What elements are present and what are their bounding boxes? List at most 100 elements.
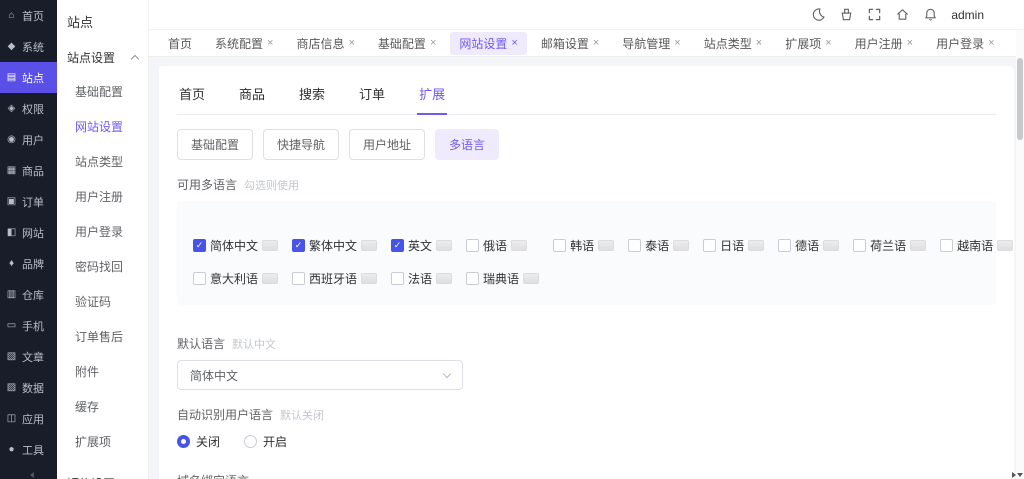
submenu-item-order-aftersale[interactable]: 订单售后 (57, 319, 148, 354)
tab-basic-config[interactable]: 基础配置 × (369, 32, 445, 55)
tab-website-settings[interactable]: 网站设置 × (450, 31, 527, 55)
radio-selected-icon[interactable] (177, 435, 190, 448)
tab-user-login[interactable]: 用户登录 × (927, 32, 1003, 55)
submenu-item-site-type[interactable]: 站点类型 (57, 144, 148, 179)
sidebar-item-app[interactable]: ◫ 应用 (0, 403, 57, 434)
chip-quick-nav[interactable]: 快捷导航 (263, 129, 340, 160)
tab-close-icon[interactable]: × (907, 37, 913, 49)
sidebar-item-article[interactable]: ▧ 文章 (0, 341, 57, 372)
fullscreen-icon[interactable] (867, 7, 882, 22)
scroll-right-arrow-icon[interactable] (1012, 472, 1016, 478)
ctab-order[interactable]: 订单 (357, 72, 387, 114)
sidebar-item-warehouse[interactable]: ▥ 仓库 (0, 279, 57, 310)
notification-icon[interactable] (923, 7, 938, 22)
submenu-group-site-settings[interactable]: 站点设置 (57, 41, 148, 74)
sidebar-item-website[interactable]: ◧ 网站 (0, 217, 57, 248)
clean-icon[interactable] (839, 7, 854, 22)
language-option[interactable]: ✓ 简体中文 (193, 237, 279, 254)
default-language-select[interactable]: 简体中文 (177, 360, 463, 390)
tab-home[interactable]: 首页 (159, 32, 201, 55)
tab-close-icon[interactable]: × (825, 37, 831, 49)
radio-unselected-icon[interactable] (244, 435, 258, 448)
sidebar-item-permission[interactable]: ◈ 权限 (0, 93, 57, 124)
tab-close-icon[interactable]: × (348, 37, 354, 49)
language-option[interactable]: ✓西班牙语 (292, 270, 378, 287)
tab-store-info[interactable]: 商店信息 × (287, 32, 363, 55)
ctab-extension[interactable]: 扩展 (417, 72, 448, 115)
submenu-item-password-recover[interactable]: 密码找回 (57, 249, 148, 284)
tab-close-icon[interactable]: × (988, 37, 994, 49)
chip-multi-language[interactable]: 多语言 (435, 129, 500, 160)
language-checkbox[interactable]: ✓ (193, 272, 206, 285)
language-option[interactable]: ✓瑞典语 (466, 270, 540, 287)
horizontal-scrollbar[interactable] (30, 471, 1016, 479)
language-checkbox[interactable]: ✓ (778, 239, 792, 252)
submenu-item-attachment[interactable]: 附件 (57, 354, 148, 389)
tab-close-icon[interactable]: × (593, 37, 599, 49)
sidebar-item-site[interactable]: ▤ 站点 (0, 62, 57, 93)
language-option[interactable]: ✓越南语 (940, 237, 1014, 254)
tab-close-icon[interactable]: × (511, 37, 517, 49)
submenu-item-basic-config[interactable]: 基础配置 (57, 74, 148, 109)
ctab-search[interactable]: 搜索 (297, 72, 327, 114)
submenu-item-website-settings[interactable]: 网站设置 (57, 109, 148, 144)
scroll-down-arrow-icon[interactable] (1017, 473, 1023, 477)
sidebar-item-mobile[interactable]: ▭ 手机 (0, 310, 57, 341)
sidebar-item-brand[interactable]: ♦ 品牌 (0, 248, 57, 279)
language-checkbox[interactable]: ✓ (853, 239, 867, 252)
submenu-item-user-register[interactable]: 用户注册 (57, 179, 148, 214)
language-option[interactable]: ✓日语 (703, 237, 765, 254)
tab-user-register[interactable]: 用户注册 × (846, 32, 922, 55)
ctab-goods[interactable]: 商品 (237, 72, 267, 114)
ctab-home[interactable]: 首页 (177, 72, 207, 114)
language-option[interactable]: ✓ 英文 (391, 237, 453, 254)
vertical-scrollbar[interactable] (1016, 30, 1024, 479)
tab-close-icon[interactable]: × (430, 37, 436, 49)
tab-nav-manage[interactable]: 导航管理 × (613, 32, 689, 55)
language-option[interactable]: ✓法语 (391, 270, 453, 287)
radio-open[interactable]: 开启 (244, 433, 287, 450)
home-icon[interactable] (895, 7, 910, 22)
language-option[interactable]: ✓韩语 (553, 237, 615, 254)
language-option[interactable]: ✓德语 (778, 237, 840, 254)
sidebar-item-order[interactable]: ▣ 订单 (0, 186, 57, 217)
language-checkbox[interactable]: ✓ (940, 239, 954, 252)
sidebar-item-tool[interactable]: ● 工具 (0, 434, 57, 465)
theme-icon[interactable] (811, 7, 826, 22)
vertical-scrollbar-thumb[interactable] (1017, 58, 1023, 140)
tab-close-icon[interactable]: × (674, 37, 680, 49)
language-checkbox[interactable]: ✓ (466, 239, 480, 252)
language-checkbox[interactable]: ✓ (391, 272, 405, 285)
radio-close[interactable]: 关闭 (177, 433, 220, 450)
language-checkbox[interactable]: ✓ (703, 239, 717, 252)
language-checkbox[interactable]: ✓ (292, 239, 306, 252)
sidebar-item-user[interactable]: ◉ 用户 (0, 124, 57, 155)
sidebar-item-goods[interactable]: ▦ 商品 (0, 155, 57, 186)
tab-close-icon[interactable]: × (267, 37, 273, 49)
sidebar-item-home[interactable]: ⌂ 首页 (0, 0, 57, 31)
submenu-item-user-login[interactable]: 用户登录 (57, 214, 148, 249)
chip-basic-config[interactable]: 基础配置 (177, 129, 254, 160)
tab-system-config[interactable]: 系统配置 × (206, 32, 282, 55)
tab-site-type[interactable]: 站点类型 × (695, 32, 771, 55)
submenu-item-extension[interactable]: 扩展项 (57, 424, 148, 459)
language-option[interactable]: ✓意大利语 (193, 270, 279, 287)
scroll-left-arrow-icon[interactable] (30, 472, 34, 478)
language-option[interactable]: ✓ 繁体中文 (292, 237, 378, 254)
sidebar-item-system[interactable]: ◆ 系统 (0, 31, 57, 62)
username[interactable]: admin (951, 8, 984, 22)
language-option[interactable]: ✓荷兰语 (853, 237, 927, 254)
sidebar-item-data[interactable]: ▨ 数据 (0, 372, 57, 403)
language-checkbox[interactable]: ✓ (628, 239, 642, 252)
chip-user-address[interactable]: 用户地址 (349, 129, 426, 160)
language-option[interactable]: ✓俄语 (466, 237, 539, 254)
language-checkbox[interactable]: ✓ (292, 272, 306, 285)
tab-close-icon[interactable]: × (756, 37, 762, 49)
language-checkbox[interactable]: ✓ (391, 239, 405, 252)
language-option[interactable]: ✓泰语 (628, 237, 690, 254)
language-checkbox[interactable]: ✓ (193, 239, 206, 252)
submenu-item-captcha[interactable]: 验证码 (57, 284, 148, 319)
language-checkbox[interactable]: ✓ (553, 239, 567, 252)
tab-email-settings[interactable]: 邮箱设置 × (532, 32, 608, 55)
language-checkbox[interactable]: ✓ (466, 272, 480, 285)
